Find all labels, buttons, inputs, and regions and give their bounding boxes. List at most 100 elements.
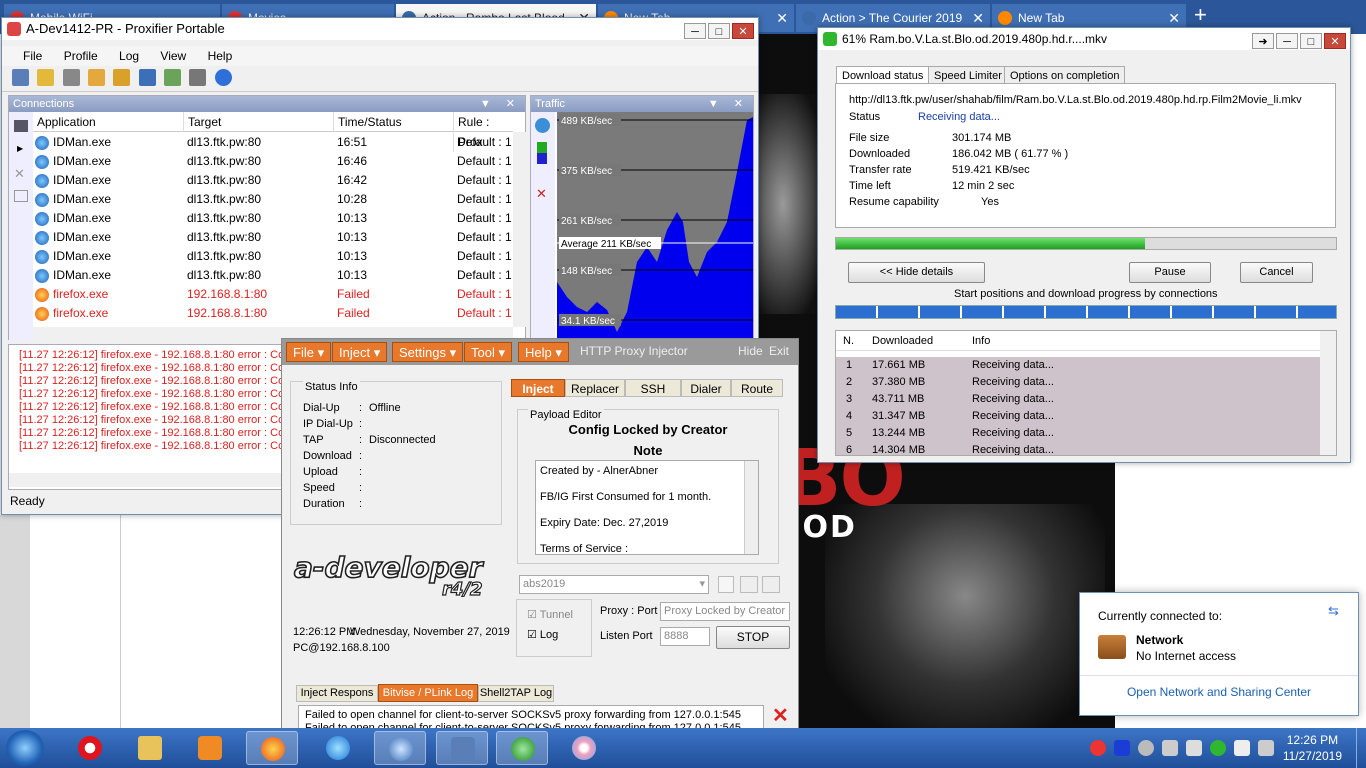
taskbar-firefox[interactable]: [246, 731, 298, 765]
tab-replacer[interactable]: Replacer: [565, 379, 625, 397]
connection-row[interactable]: 1 17.661 MB Receiving data...: [836, 357, 1320, 374]
export-icon[interactable]: [164, 69, 182, 86]
table-row[interactable]: IDMan.exe dl13.ftk.pw:80 10:13 Default : 1: [33, 247, 513, 266]
show-desktop-button[interactable]: [1356, 728, 1366, 768]
table-row[interactable]: IDMan.exe dl13.ftk.pw:80 10:13 Default : 1: [33, 228, 513, 247]
pause-button[interactable]: Pause: [1129, 262, 1211, 283]
vertical-scrollbar[interactable]: [513, 132, 527, 327]
menu-inject[interactable]: Inject ▾: [332, 342, 388, 362]
print-icon[interactable]: [189, 69, 207, 86]
list-icon[interactable]: [14, 120, 28, 132]
save-icon[interactable]: [740, 576, 758, 593]
connection-row[interactable]: 2 37.380 MB Receiving data...: [836, 374, 1320, 391]
open-network-sharing-link[interactable]: Open Network and Sharing Center: [1080, 685, 1358, 699]
new-file-icon[interactable]: [718, 576, 734, 593]
network-refresh-icon[interactable]: ⇆: [1328, 603, 1339, 619]
taskbar-proxifier[interactable]: [436, 731, 488, 765]
menu-settings[interactable]: Settings ▾: [392, 342, 464, 362]
profile-select[interactable]: abs2019 ▾: [519, 575, 709, 594]
close-icon[interactable]: ✕: [776, 4, 788, 32]
tab-options-on-completion[interactable]: Options on completion: [1004, 66, 1126, 84]
panel-controls[interactable]: ▼ ✕: [708, 96, 749, 112]
stop-button[interactable]: STOP: [716, 626, 790, 649]
maximize-button[interactable]: □: [708, 23, 730, 39]
minimize-button[interactable]: ─: [684, 23, 706, 39]
updown-icon[interactable]: [537, 142, 547, 164]
note-textarea[interactable]: Created by - AlnerAbner FB/IG First Consu…: [535, 460, 759, 555]
menu-tool[interactable]: Tool ▾: [464, 342, 512, 362]
taskbar-injector[interactable]: [374, 731, 426, 765]
tab-ssh[interactable]: SSH: [625, 379, 681, 397]
note-scrollbar[interactable]: [744, 461, 758, 554]
taskbar-clock[interactable]: 12:26 PM 11/27/2019: [1283, 732, 1342, 764]
connection-row[interactable]: 4 31.347 MB Receiving data...: [836, 408, 1320, 425]
table-row[interactable]: firefox.exe 192.168.8.1:80 Failed Default :…: [33, 304, 513, 323]
menu-profile[interactable]: Profile: [55, 49, 107, 63]
table-row[interactable]: IDMan.exe dl13.ftk.pw:80 16:51 Default : 1: [33, 133, 513, 152]
open-profile-icon[interactable]: [113, 69, 131, 86]
new-tab-button[interactable]: +: [1194, 2, 1207, 28]
menu-log[interactable]: Log: [110, 49, 148, 63]
taskbar-paint[interactable]: [558, 731, 610, 765]
clear-icon[interactable]: ✕: [536, 186, 547, 202]
start-button[interactable]: [6, 730, 44, 766]
tray-sync-icon[interactable]: [1162, 740, 1178, 756]
tab-shell2tap-log[interactable]: Shell2TAP Log: [478, 685, 554, 702]
tray-network-icon[interactable]: [1138, 740, 1154, 756]
tab-dialer[interactable]: Dialer: [681, 379, 731, 397]
tunnel-checkbox[interactable]: ☑ Tunnel: [527, 608, 573, 621]
minimize-button[interactable]: ─: [1276, 33, 1298, 49]
column-application[interactable]: Application: [33, 112, 96, 132]
table-row[interactable]: IDMan.exe dl13.ftk.pw:80 16:46 Default : 1: [33, 152, 513, 171]
tab-inject-response[interactable]: Inject Respons: [296, 685, 378, 702]
taskbar-explorer[interactable]: [124, 731, 176, 765]
table-row[interactable]: firefox.exe 192.168.8.1:80 Failed Default :…: [33, 285, 513, 304]
tab-download-status[interactable]: Download status: [836, 66, 930, 84]
proxy-servers-icon[interactable]: [12, 69, 29, 86]
connection-row[interactable]: 5 13.244 MB Receiving data...: [836, 425, 1320, 442]
table-row[interactable]: IDMan.exe dl13.ftk.pw:80 10:13 Default : 1: [33, 266, 513, 285]
proxy-port-input[interactable]: Proxy Locked by Creator: [660, 602, 790, 621]
connection-row[interactable]: 3 43.711 MB Receiving data...: [836, 391, 1320, 408]
column-info[interactable]: Info: [972, 331, 990, 351]
menu-help[interactable]: Help ▾: [518, 342, 569, 362]
exit-button[interactable]: Exit: [769, 344, 789, 358]
panel-controls[interactable]: ▼ ✕: [480, 96, 521, 112]
menu-help[interactable]: Help: [199, 49, 242, 63]
tray-battery-icon[interactable]: [1258, 740, 1274, 756]
tab-bitvise-plink-log[interactable]: Bitvise / PLink Log: [378, 684, 478, 702]
hide-button[interactable]: Hide: [738, 344, 763, 358]
tray-app-icon[interactable]: [1114, 740, 1130, 756]
taskbar-ie[interactable]: [312, 731, 364, 765]
tab-route[interactable]: Route: [731, 379, 783, 397]
save-icon[interactable]: [138, 69, 156, 86]
log-checkbox[interactable]: ☑ Log: [527, 628, 558, 641]
listen-port-input[interactable]: 8888: [660, 627, 710, 646]
table-row[interactable]: IDMan.exe dl13.ftk.pw:80 16:42 Default : 1: [33, 171, 513, 190]
delete-icon[interactable]: [762, 576, 780, 593]
maximize-button[interactable]: □: [1300, 33, 1322, 49]
close-button[interactable]: ✕: [732, 23, 754, 39]
connection-row[interactable]: 6 14.304 MB Receiving data...: [836, 442, 1320, 455]
taskbar-media[interactable]: [184, 731, 236, 765]
dns-icon[interactable]: [62, 69, 80, 86]
menu-file[interactable]: File: [14, 49, 51, 63]
tray-bluetooth-icon[interactable]: [1186, 740, 1202, 756]
taskbar-opera[interactable]: [64, 731, 116, 765]
menu-file[interactable]: File ▾: [286, 342, 332, 362]
column-target[interactable]: Target: [183, 112, 221, 132]
log-scrollbar[interactable]: [9, 473, 281, 487]
refresh-icon[interactable]: [535, 118, 550, 133]
table-row[interactable]: IDMan.exe dl13.ftk.pw:80 10:28 Default : 1: [33, 190, 513, 209]
tray-volume-icon[interactable]: [1234, 740, 1250, 756]
minimize-to-tray-button[interactable]: ➜: [1252, 33, 1274, 49]
tab-inject[interactable]: Inject: [511, 379, 565, 397]
cancel-button[interactable]: Cancel: [1240, 262, 1313, 283]
rules-icon[interactable]: [37, 69, 55, 86]
connections-scrollbar[interactable]: [1320, 331, 1336, 455]
new-profile-icon[interactable]: [88, 69, 106, 86]
close-button[interactable]: ✕: [1324, 33, 1346, 49]
column-time-status[interactable]: Time/Status: [333, 112, 402, 132]
clear-log-icon[interactable]: ✕: [772, 703, 789, 728]
column-downloaded[interactable]: Downloaded: [872, 331, 933, 351]
